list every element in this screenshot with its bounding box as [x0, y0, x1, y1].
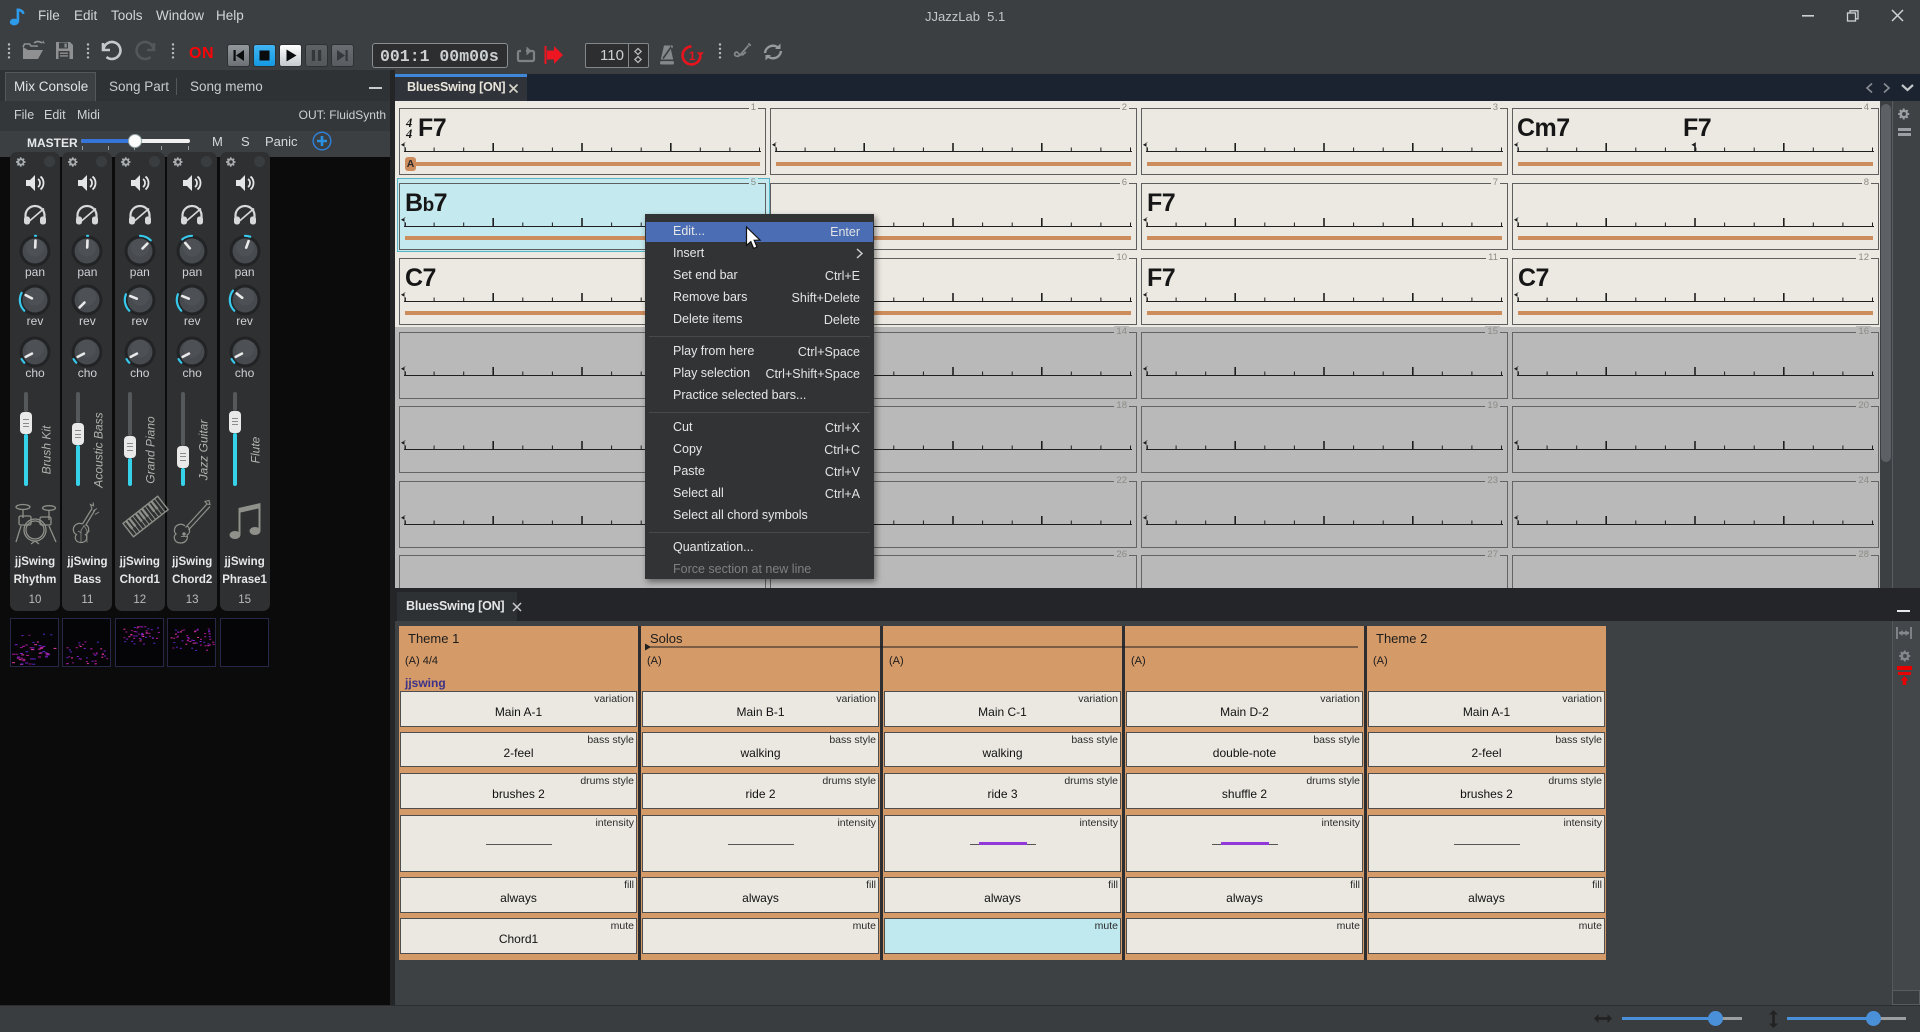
svg-text:1: 1: [689, 51, 696, 63]
